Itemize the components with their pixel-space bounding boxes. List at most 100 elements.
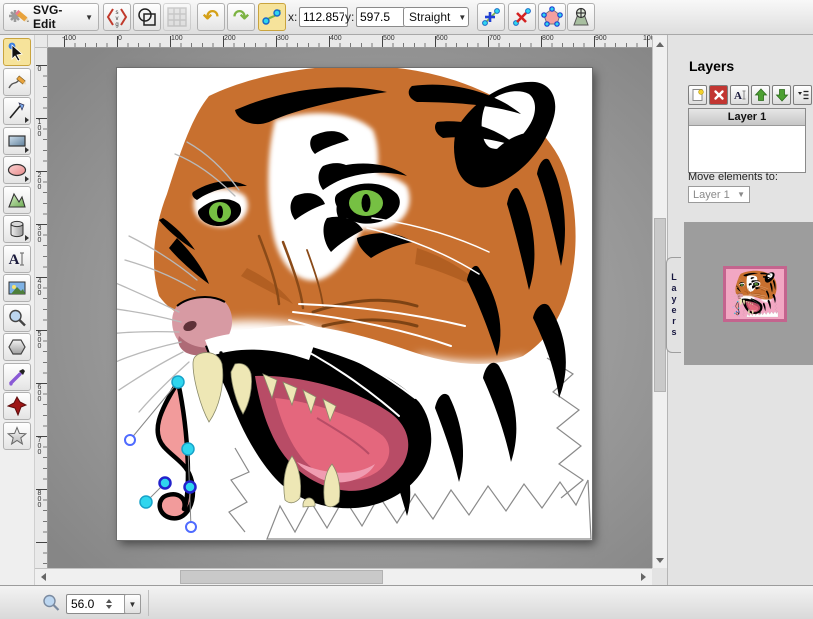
move-layer-down-button[interactable]: [772, 85, 791, 105]
ruler-label: 600: [36, 384, 43, 402]
y-coordinate-label: y:: [345, 10, 354, 24]
canvas-artwork[interactable]: [117, 68, 592, 540]
move-elements-label: Move elements to:: [688, 171, 778, 183]
tool-shape-library[interactable]: [3, 215, 31, 243]
segment-type-value: Straight: [409, 10, 450, 24]
path-node[interactable]: [172, 376, 184, 388]
horizontal-scrollbar[interactable]: [35, 568, 652, 585]
arrow-down-icon: [656, 558, 664, 563]
tool-eyedropper[interactable]: [3, 363, 31, 391]
path-control-handle[interactable]: [125, 435, 135, 445]
canvas-thumbnail[interactable]: [723, 266, 787, 322]
thumbnail-artwork: [726, 269, 784, 319]
layer-list[interactable]: Layer 1: [688, 108, 806, 173]
move-elements-value: Layer 1: [693, 189, 730, 201]
ruler-label: 200: [36, 172, 43, 190]
rename-layer-button[interactable]: A: [730, 85, 749, 105]
move-layer-up-button[interactable]: [751, 85, 770, 105]
scroll-right-button[interactable]: [635, 569, 652, 585]
open-close-path-button[interactable]: [538, 3, 566, 31]
ruler-vertical: 0 100 200 300 400 500 600 700 800: [35, 48, 48, 568]
ruler-label: 400: [36, 278, 43, 296]
layers-panel-toggle-tab[interactable]: Layers: [666, 257, 681, 353]
add-node-button[interactable]: [477, 3, 505, 31]
path-node[interactable]: [185, 482, 196, 493]
arrow-right-icon: [641, 573, 646, 581]
layer-menu-button[interactable]: [793, 85, 812, 105]
scroll-up-button[interactable]: [653, 36, 667, 52]
segment-type-select[interactable]: Straight ▼: [403, 7, 469, 27]
ruler-label: -100: [62, 35, 76, 42]
tool-polygon[interactable]: [3, 333, 31, 361]
ruler-label: 600: [436, 35, 448, 42]
tool-line[interactable]: [3, 97, 31, 125]
flyout-arrow-icon: [25, 176, 29, 182]
svg-edit-app: SVG-Edit ▼ s v g: [0, 0, 813, 619]
layer-list-item[interactable]: Layer 1: [689, 109, 805, 126]
path-node[interactable]: [140, 496, 152, 508]
left-tool-palette: A: [0, 35, 35, 585]
layer-list-body[interactable]: [689, 126, 805, 172]
path-control-handle[interactable]: [186, 522, 196, 532]
ruler-label: 300: [277, 35, 289, 42]
ruler-label: 100: [36, 119, 43, 137]
vertical-scrollbar[interactable]: [652, 36, 667, 568]
move-elements-select[interactable]: Layer 1 ▼: [688, 186, 750, 203]
zoom-dropdown-caret-icon: ▼: [129, 600, 137, 609]
eyedropper-icon: [7, 367, 27, 387]
layers-panel: Layers A: [667, 35, 813, 585]
horizontal-scroll-thumb[interactable]: [180, 570, 383, 584]
new-layer-icon: [691, 88, 705, 102]
logo-label: SVG-Edit: [33, 3, 81, 31]
zoom-spinner[interactable]: [104, 596, 114, 612]
arrow-left-icon: [41, 573, 46, 581]
selected-path-overlay[interactable]: [125, 376, 196, 532]
new-layer-button[interactable]: [688, 85, 707, 105]
text-icon: A: [7, 249, 27, 269]
bottom-bar: ▼: [0, 585, 813, 619]
wireframe-button[interactable]: [133, 3, 161, 31]
tool-star[interactable]: [3, 422, 31, 450]
tool-ellipse[interactable]: [3, 156, 31, 184]
workspace[interactable]: [48, 48, 652, 568]
zoom-preset-dropdown[interactable]: ▼: [124, 594, 141, 614]
scroll-down-button[interactable]: [653, 552, 667, 568]
ruler-corner: [35, 35, 48, 48]
path-node[interactable]: [182, 443, 194, 455]
scroll-left-button[interactable]: [35, 569, 52, 585]
y-coordinate-input[interactable]: [356, 7, 405, 27]
link-control-points-button[interactable]: [567, 3, 595, 31]
x-coordinate-input[interactable]: [299, 7, 348, 27]
grid-button[interactable]: [163, 3, 191, 31]
vertical-scroll-thumb[interactable]: [654, 218, 666, 392]
undo-button[interactable]: ↶: [197, 3, 225, 31]
tool-path[interactable]: [3, 186, 31, 214]
tool-select[interactable]: [3, 38, 31, 66]
ellipse-icon: [7, 160, 27, 180]
spinner-down-icon: [106, 605, 112, 609]
main-menu-button[interactable]: SVG-Edit ▼: [3, 3, 99, 31]
source-editor-button[interactable]: s v g: [103, 3, 131, 31]
link-control-points-icon: [570, 6, 592, 28]
tool-zoom[interactable]: [3, 304, 31, 332]
svg-canvas[interactable]: [117, 68, 592, 540]
path-node[interactable]: [160, 478, 171, 489]
ruler-label: 800: [36, 490, 43, 508]
delete-layer-button[interactable]: [709, 85, 728, 105]
layer-up-icon: [754, 88, 768, 102]
flyout-arrow-icon: [25, 117, 29, 123]
tool-ruby-shape[interactable]: [3, 392, 31, 420]
magnifier-icon: [7, 308, 27, 328]
tool-image[interactable]: [3, 274, 31, 302]
redo-button[interactable]: ↷: [227, 3, 255, 31]
path-edit-mode-button[interactable]: [258, 3, 286, 31]
delete-node-icon: [511, 6, 533, 28]
layer-down-icon: [775, 88, 789, 102]
menu-caret-icon: ▼: [85, 13, 93, 22]
tool-rectangle[interactable]: [3, 127, 31, 155]
tool-text[interactable]: A: [3, 245, 31, 273]
svg-text:A: A: [9, 252, 20, 268]
delete-node-button[interactable]: [508, 3, 536, 31]
tool-pencil[interactable]: [3, 68, 31, 96]
side-tab-label: Layers: [669, 272, 679, 338]
